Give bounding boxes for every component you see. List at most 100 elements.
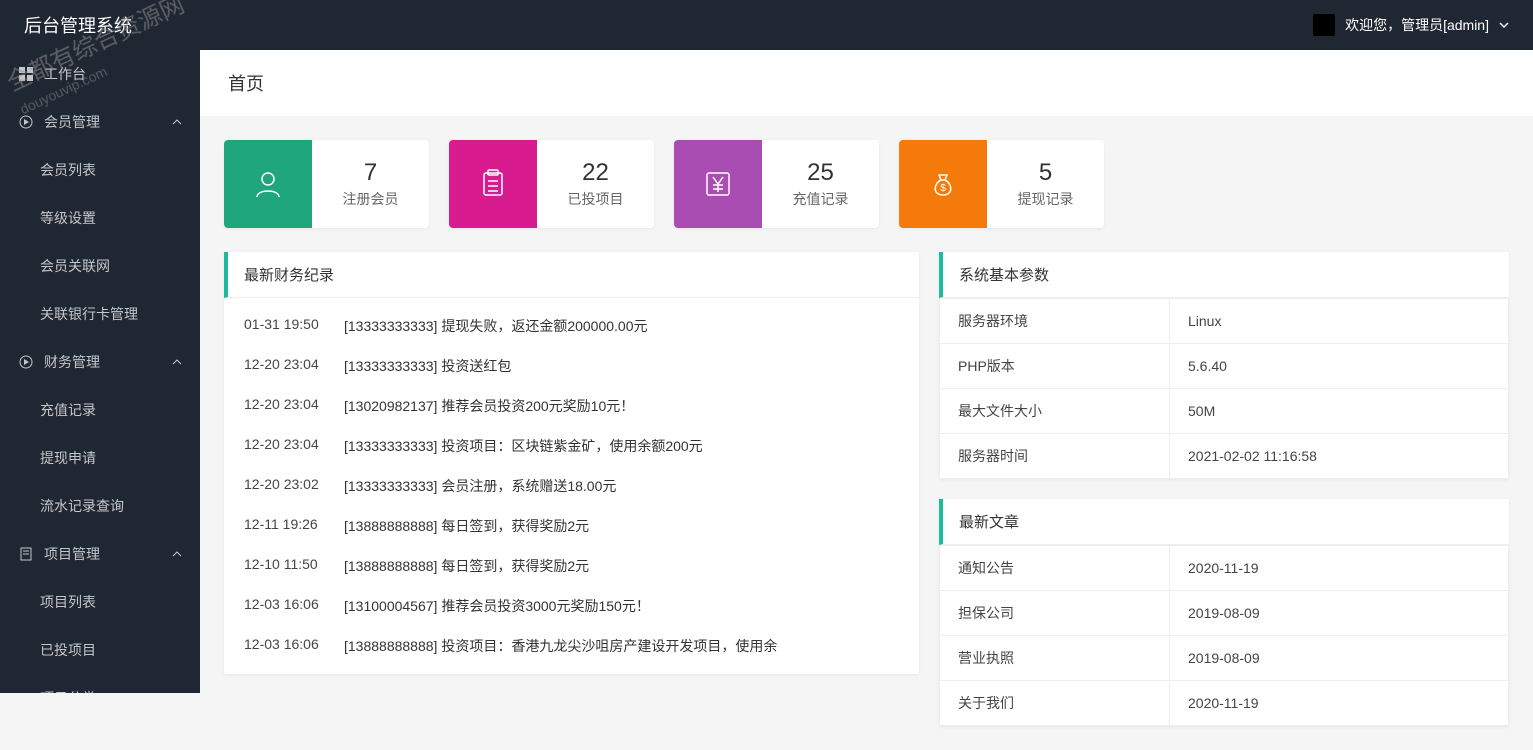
main-content: 首页 7注册会员 22已投项目 25充值记录 $ 5提现记录: [200, 50, 1533, 750]
table-row[interactable]: 关于我们2020-11-19: [940, 681, 1509, 726]
stat-card-members[interactable]: 7注册会员: [224, 140, 429, 228]
user-menu[interactable]: 欢迎您，管理员[admin]: [1313, 14, 1509, 36]
log-row: 12-20 23:04[13333333333] 投资项目：区块链紫金矿，使用余…: [224, 426, 919, 466]
table-value: 2020-11-19: [1170, 546, 1509, 591]
table-row[interactable]: 担保公司2019-08-09: [940, 591, 1509, 636]
sidebar-item-recharge-records[interactable]: 充值记录: [0, 386, 200, 434]
grid-icon: [18, 66, 34, 82]
log-row: 01-31 19:50[13333333333] 提现失败，返还金额200000…: [224, 306, 919, 346]
stat-number: 5: [1039, 159, 1052, 187]
log-row: 12-03 16:06[13100004567] 推荐会员投资3000元奖励15…: [224, 586, 919, 626]
stat-number: 25: [807, 159, 834, 187]
table-key: 担保公司: [940, 591, 1170, 636]
log-row: 12-10 11:50[13888888888] 每日签到，获得奖励2元: [224, 546, 919, 586]
chevron-circle-icon: [18, 354, 34, 370]
log-row: 12-20 23:04[13020982137] 推荐会员投资200元奖励10元…: [224, 386, 919, 426]
sidebar-item-level-settings[interactable]: 等级设置: [0, 194, 200, 242]
sidebar-item-projects[interactable]: 项目管理: [0, 530, 200, 578]
table-key: 营业执照: [940, 636, 1170, 681]
sidebar-item-label: 工作台: [44, 64, 86, 84]
chevron-up-icon: [172, 354, 182, 370]
sidebar-item-project-list[interactable]: 项目列表: [0, 578, 200, 626]
table-value: Linux: [1170, 299, 1509, 344]
sidebar-item-members[interactable]: 会员管理: [0, 98, 200, 146]
log-time: 12-03 16:06: [244, 596, 344, 616]
table-row: 最大文件大小50M: [940, 389, 1509, 434]
log-time: 01-31 19:50: [244, 316, 344, 336]
sidebar-item-label: 项目列表: [40, 592, 96, 612]
app-title: 后台管理系统: [24, 12, 132, 38]
log-text: [13888888888] 每日签到，获得奖励2元: [344, 556, 899, 576]
log-time: 12-20 23:04: [244, 436, 344, 456]
clipboard-icon: [449, 140, 537, 228]
table-value: 2020-11-19: [1170, 681, 1509, 726]
log-text: [13333333333] 投资送红包: [344, 356, 899, 376]
log-text: [13888888888] 投资项目：香港九龙尖沙咀房产建设开发项目，使用余: [344, 636, 899, 656]
table-value: 2019-08-09: [1170, 636, 1509, 681]
table-value: 2021-02-02 11:16:58: [1170, 434, 1509, 479]
sidebar-item-withdraw-apply[interactable]: 提现申请: [0, 434, 200, 482]
table-key: 服务器时间: [940, 434, 1170, 479]
log-text: [13333333333] 提现失败，返还金额200000.00元: [344, 316, 899, 336]
panel-system-info: 系统基本参数 服务器环境LinuxPHP版本5.6.40最大文件大小50M服务器…: [939, 252, 1509, 479]
sidebar-item-bankcard-mgmt[interactable]: 关联银行卡管理: [0, 290, 200, 338]
log-time: 12-20 23:04: [244, 356, 344, 376]
table-value: 50M: [1170, 389, 1509, 434]
stat-label: 充值记录: [793, 189, 849, 209]
welcome-text: 欢迎您，管理员[admin]: [1345, 15, 1489, 35]
panel-articles: 最新文章 通知公告2020-11-19担保公司2019-08-09营业执照201…: [939, 499, 1509, 726]
sidebar-item-invested-projects[interactable]: 已投项目: [0, 626, 200, 674]
log-row: 12-20 23:02[13333333333] 会员注册，系统赠送18.00元: [224, 466, 919, 506]
avatar: [1313, 14, 1335, 36]
table-key: 最大文件大小: [940, 389, 1170, 434]
table-row: 服务器时间2021-02-02 11:16:58: [940, 434, 1509, 479]
table-row[interactable]: 通知公告2020-11-19: [940, 546, 1509, 591]
log-row: 12-20 23:04[13333333333] 投资送红包: [224, 346, 919, 386]
sidebar-item-label: 等级设置: [40, 208, 96, 228]
sidebar: 工作台 会员管理 会员列表 等级设置 会员关联网 关联银行卡管理 财务管理 充值…: [0, 50, 200, 693]
svg-text:$: $: [940, 183, 946, 194]
log-time: 12-03 16:06: [244, 636, 344, 656]
panel-finance-logs: 最新财务纪录 01-31 19:50[13333333333] 提现失败，返还金…: [224, 252, 919, 674]
panel-title: 最新财务纪录: [224, 252, 919, 298]
table-key: PHP版本: [940, 344, 1170, 389]
sidebar-item-label: 项目管理: [44, 544, 100, 564]
log-text: [13333333333] 投资项目：区块链紫金矿，使用余额200元: [344, 436, 899, 456]
sidebar-item-project-category[interactable]: 项目分类: [0, 674, 200, 693]
breadcrumb: 首页: [200, 50, 1533, 116]
log-text: [13100004567] 推荐会员投资3000元奖励150元！: [344, 596, 899, 616]
yen-icon: [674, 140, 762, 228]
log-text: [13020982137] 推荐会员投资200元奖励10元！: [344, 396, 899, 416]
stat-card-projects[interactable]: 22已投项目: [449, 140, 654, 228]
table-row[interactable]: 营业执照2019-08-09: [940, 636, 1509, 681]
sidebar-item-flow-query[interactable]: 流水记录查询: [0, 482, 200, 530]
stat-row: 7注册会员 22已投项目 25充值记录 $ 5提现记录: [224, 140, 1509, 228]
table-key: 服务器环境: [940, 299, 1170, 344]
sidebar-item-member-network[interactable]: 会员关联网: [0, 242, 200, 290]
chevron-up-icon: [172, 546, 182, 562]
log-time: 12-11 19:26: [244, 516, 344, 536]
sidebar-item-dashboard[interactable]: 工作台: [0, 50, 200, 98]
sidebar-item-label: 关联银行卡管理: [40, 304, 138, 324]
log-time: 12-20 23:04: [244, 396, 344, 416]
topbar: 后台管理系统 欢迎您，管理员[admin]: [0, 0, 1533, 50]
moneybag-icon: $: [899, 140, 987, 228]
sidebar-item-label: 充值记录: [40, 400, 96, 420]
log-row: 12-11 19:26[13888888888] 每日签到，获得奖励2元: [224, 506, 919, 546]
sidebar-item-finance[interactable]: 财务管理: [0, 338, 200, 386]
chevron-up-icon: [172, 114, 182, 130]
table-key: 关于我们: [940, 681, 1170, 726]
user-icon: [224, 140, 312, 228]
log-text: [13888888888] 每日签到，获得奖励2元: [344, 516, 899, 536]
table-row: 服务器环境Linux: [940, 299, 1509, 344]
sidebar-item-label: 会员关联网: [40, 256, 110, 276]
table-key: 通知公告: [940, 546, 1170, 591]
stat-label: 已投项目: [568, 189, 624, 209]
log-time: 12-10 11:50: [244, 556, 344, 576]
stat-number: 7: [364, 159, 377, 187]
stat-card-recharge[interactable]: 25充值记录: [674, 140, 879, 228]
sidebar-item-label: 会员管理: [44, 112, 100, 132]
sidebar-item-member-list[interactable]: 会员列表: [0, 146, 200, 194]
stat-card-withdraw[interactable]: $ 5提现记录: [899, 140, 1104, 228]
table-row: PHP版本5.6.40: [940, 344, 1509, 389]
